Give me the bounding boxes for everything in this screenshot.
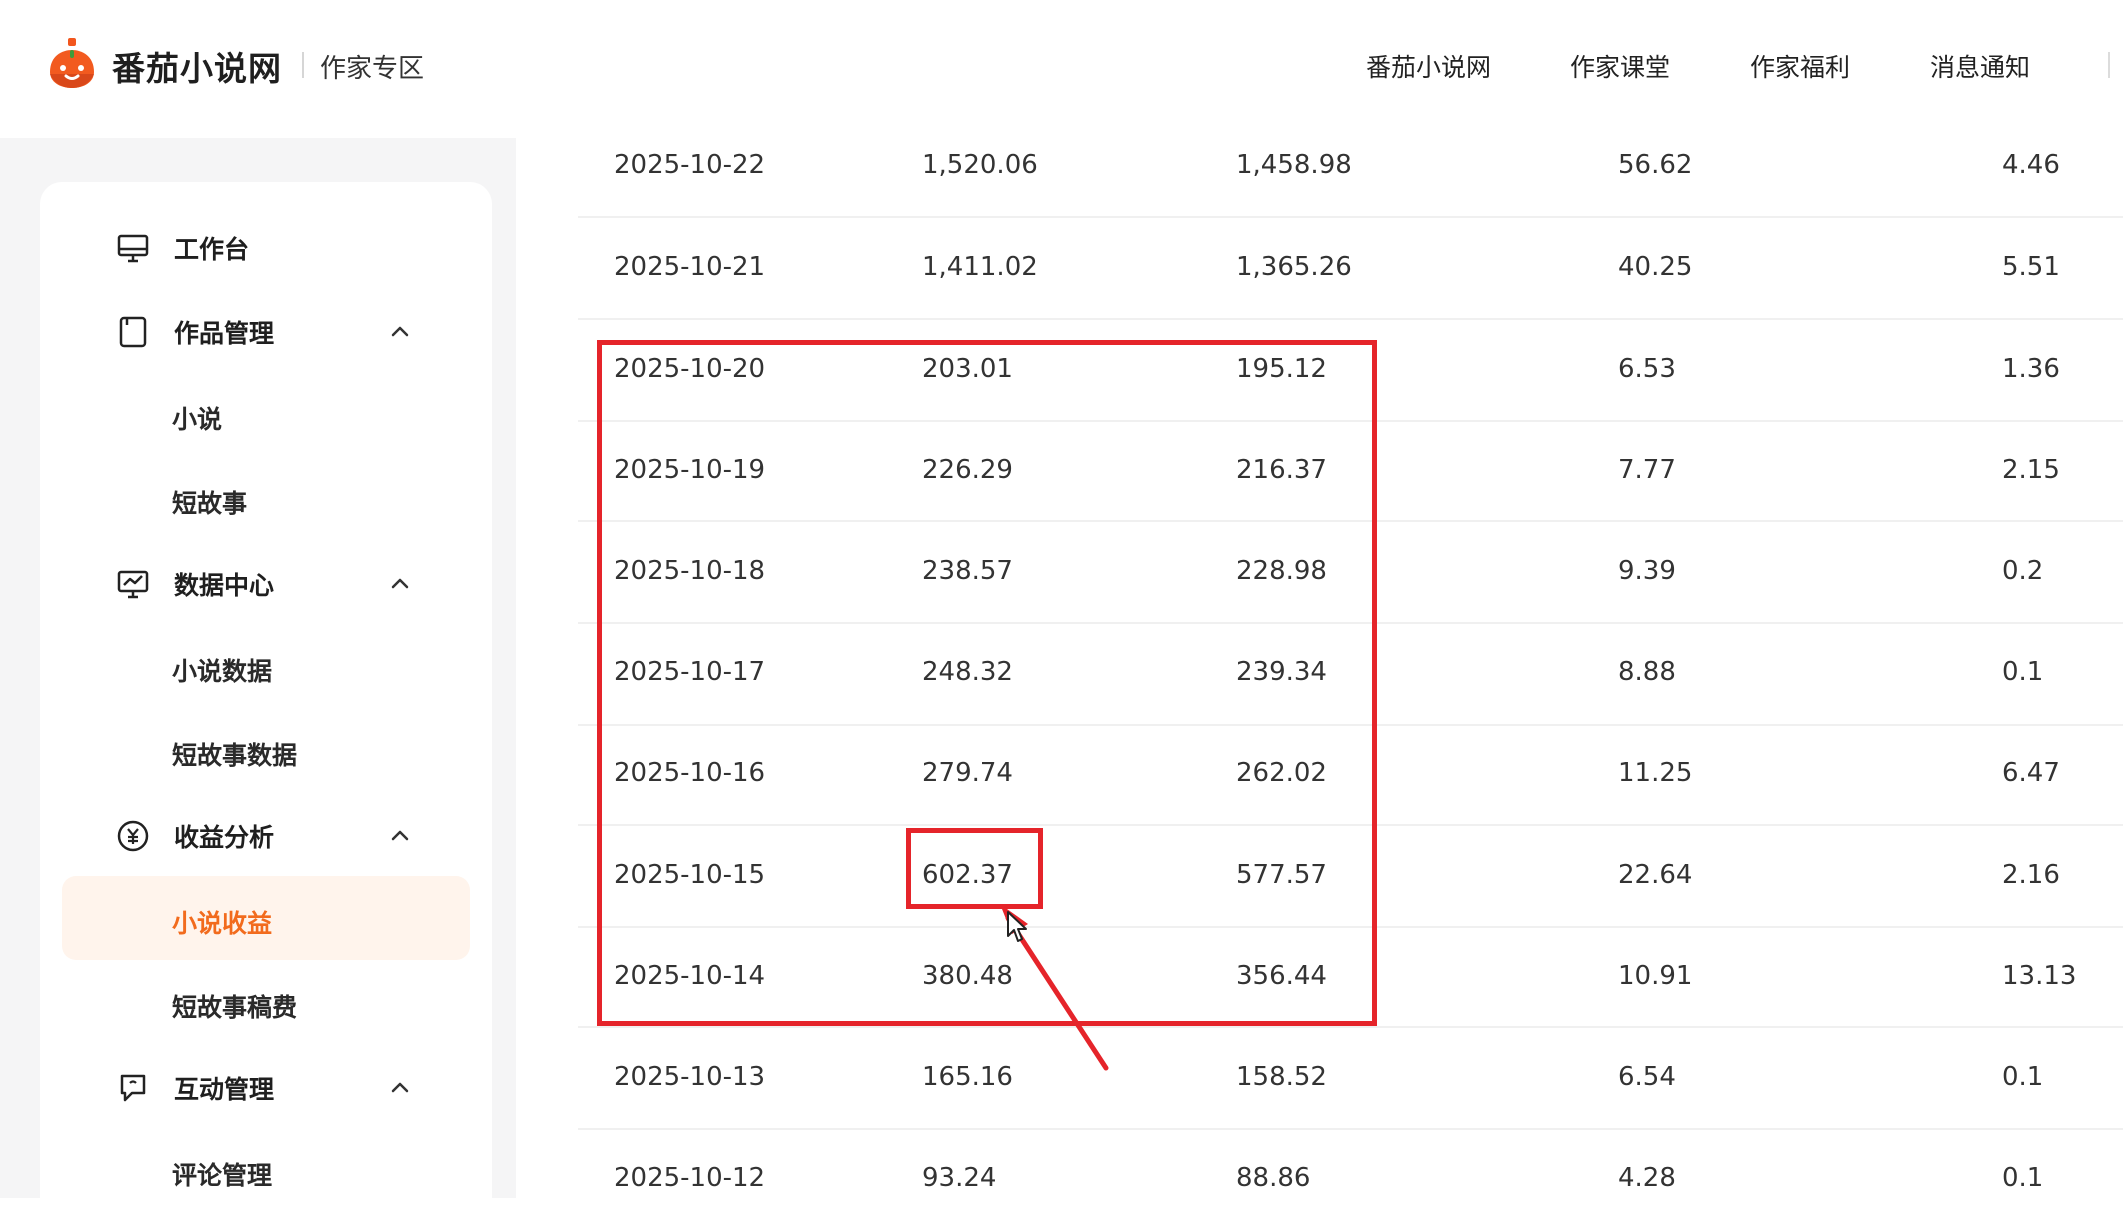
cell-value: 11.25 xyxy=(1618,758,1693,788)
cell-value: 8.88 xyxy=(1618,657,1676,687)
cell-date: 2025-10-13 xyxy=(614,1062,766,1092)
cell-value: 0.1 xyxy=(2002,1163,2044,1193)
sidebar-item-workbench[interactable]: 工作台 xyxy=(116,228,249,268)
document-icon xyxy=(119,316,147,348)
brand-name[interactable]: 番茄小说网 xyxy=(112,42,282,90)
cell-value: 4.28 xyxy=(1618,1163,1676,1193)
chevron-up-icon[interactable] xyxy=(388,1076,412,1100)
chart-monitor-icon xyxy=(117,570,149,599)
sidebar-subitem-short-story-data[interactable]: 短故事数据 xyxy=(172,736,297,772)
cell-value: 0.2 xyxy=(2002,556,2044,586)
cell-date: 2025-10-12 xyxy=(614,1163,766,1193)
nav-divider xyxy=(2108,52,2110,78)
cell-value: 7.77 xyxy=(1618,455,1676,485)
sidebar-item-label: 作品管理 xyxy=(174,319,275,348)
cell-value: 0.1 xyxy=(2002,657,2044,687)
cell-value: 9.39 xyxy=(1618,556,1676,586)
cell-value: 6.53 xyxy=(1618,354,1676,384)
chevron-up-icon[interactable] xyxy=(388,572,412,596)
cell-date: 2025-10-21 xyxy=(614,252,766,282)
cell-value: 158.52 xyxy=(1236,1062,1327,1092)
sidebar-item-interaction-management[interactable]: 互动管理 xyxy=(116,1068,274,1108)
cell-value: 40.25 xyxy=(1618,252,1693,282)
chevron-up-icon[interactable] xyxy=(388,320,412,344)
brand-section: 作家专区 xyxy=(320,54,425,84)
cell-value: 1,520.06 xyxy=(922,150,1038,180)
brand-divider xyxy=(302,52,304,78)
sidebar-subitem-short-story[interactable]: 短故事 xyxy=(172,484,247,520)
cell-date: 2025-10-22 xyxy=(614,150,766,180)
nav-author-benefits[interactable]: 作家福利 xyxy=(1750,48,1850,84)
nav-notifications[interactable]: 消息通知 xyxy=(1930,48,2030,84)
yuan-circle-icon xyxy=(117,820,149,852)
sidebar-subitem-comment-management[interactable]: 评论管理 xyxy=(172,1156,272,1192)
cell-value: 4.46 xyxy=(2002,150,2060,180)
cell-value: 2.15 xyxy=(2002,455,2060,485)
row-divider xyxy=(578,318,2123,320)
cell-value: 13.13 xyxy=(2002,961,2077,991)
tomato-logo-icon[interactable] xyxy=(44,36,100,92)
cell-value: 88.86 xyxy=(1236,1163,1311,1193)
chat-icon xyxy=(120,1074,146,1102)
cell-value: 1,365.26 xyxy=(1236,252,1352,282)
cell-value: 22.64 xyxy=(1618,860,1693,890)
cell-value: 2.16 xyxy=(2002,860,2060,890)
cell-value: 56.62 xyxy=(1618,150,1693,180)
monitor-icon xyxy=(117,234,149,263)
mouse-cursor-icon xyxy=(1007,911,1027,942)
row-divider xyxy=(578,1026,2123,1028)
sidebar-subitem-novel-revenue[interactable]: 小说收益 xyxy=(172,904,272,940)
cell-value: 1.36 xyxy=(2002,354,2060,384)
sidebar-item-label: 互动管理 xyxy=(174,1075,275,1104)
highlight-box-cell xyxy=(906,828,1043,909)
cell-value: 6.54 xyxy=(1618,1062,1676,1092)
cell-value: 1,458.98 xyxy=(1236,150,1352,180)
top-header: 番茄小说网 作家专区 番茄小说网 作家课堂 作家福利 消息通知 xyxy=(0,0,2123,138)
cell-value: 0.1 xyxy=(2002,1062,2044,1092)
sidebar-item-label: 收益分析 xyxy=(174,823,275,852)
nav-fanqie-site[interactable]: 番茄小说网 xyxy=(1366,48,1491,84)
sidebar-subitem-novel[interactable]: 小说 xyxy=(172,400,222,436)
cell-value: 6.47 xyxy=(2002,758,2060,788)
cell-value: 5.51 xyxy=(2002,252,2060,282)
sidebar-item-revenue-analysis[interactable]: 收益分析 xyxy=(116,816,274,856)
sidebar-item-data-center[interactable]: 数据中心 xyxy=(116,564,274,604)
sidebar-item-label: 数据中心 xyxy=(174,571,275,600)
row-divider xyxy=(578,1128,2123,1130)
nav-author-class[interactable]: 作家课堂 xyxy=(1570,48,1670,84)
cell-value: 1,411.02 xyxy=(922,252,1038,282)
sidebar-subitem-novel-data[interactable]: 小说数据 xyxy=(172,652,272,688)
cell-value: 93.24 xyxy=(922,1163,997,1193)
sidebar-item-label: 工作台 xyxy=(174,235,250,264)
sidebar-subitem-short-story-fee[interactable]: 短故事稿费 xyxy=(172,988,297,1024)
chevron-up-icon[interactable] xyxy=(388,824,412,848)
sidebar-item-works-management[interactable]: 作品管理 xyxy=(116,312,274,352)
row-divider xyxy=(578,216,2123,218)
highlight-box-rows xyxy=(597,340,1377,1026)
cell-value: 10.91 xyxy=(1618,961,1693,991)
